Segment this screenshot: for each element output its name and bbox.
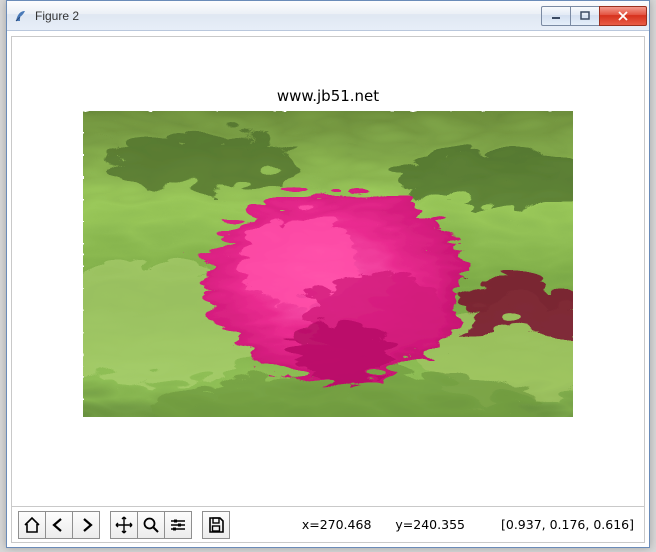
status-y-value: 240.355 bbox=[413, 517, 465, 532]
configure-subplots-button[interactable] bbox=[164, 511, 192, 539]
plot-title: www.jb51.net bbox=[277, 87, 379, 105]
status-y: y=240.355 bbox=[395, 517, 465, 532]
status-rgb: [0.937, 0.176, 0.616] bbox=[501, 517, 634, 532]
back-button[interactable] bbox=[45, 511, 73, 539]
minimize-button[interactable] bbox=[541, 6, 571, 26]
plot-area[interactable]: www.jb51.net bbox=[12, 37, 644, 506]
save-button[interactable] bbox=[202, 511, 230, 539]
maximize-button[interactable] bbox=[570, 6, 600, 26]
forward-button[interactable] bbox=[72, 511, 100, 539]
toolbar-group-io bbox=[202, 511, 230, 539]
status-y-label: y= bbox=[395, 517, 413, 532]
title-bar[interactable]: Figure 2 bbox=[7, 1, 649, 31]
matplotlib-toolbar: x=270.468 y=240.355 [0.937, 0.176, 0.616… bbox=[12, 506, 644, 542]
status-x-label: x= bbox=[302, 517, 320, 532]
window-title: Figure 2 bbox=[35, 9, 542, 23]
toolbar-group-nav bbox=[18, 511, 100, 539]
status-x: x=270.468 bbox=[302, 517, 372, 532]
toolbar-group-view bbox=[110, 511, 192, 539]
zoom-button[interactable] bbox=[137, 511, 165, 539]
window-controls bbox=[542, 6, 647, 26]
app-window: Figure 2 www.jb51.net bbox=[6, 0, 650, 548]
pan-button[interactable] bbox=[110, 511, 138, 539]
status-x-value: 270.468 bbox=[320, 517, 372, 532]
home-button[interactable] bbox=[18, 511, 46, 539]
figure-image bbox=[83, 111, 573, 417]
figure-content: www.jb51.net bbox=[11, 36, 645, 543]
close-button[interactable] bbox=[599, 6, 647, 26]
tk-feather-icon bbox=[13, 8, 29, 24]
